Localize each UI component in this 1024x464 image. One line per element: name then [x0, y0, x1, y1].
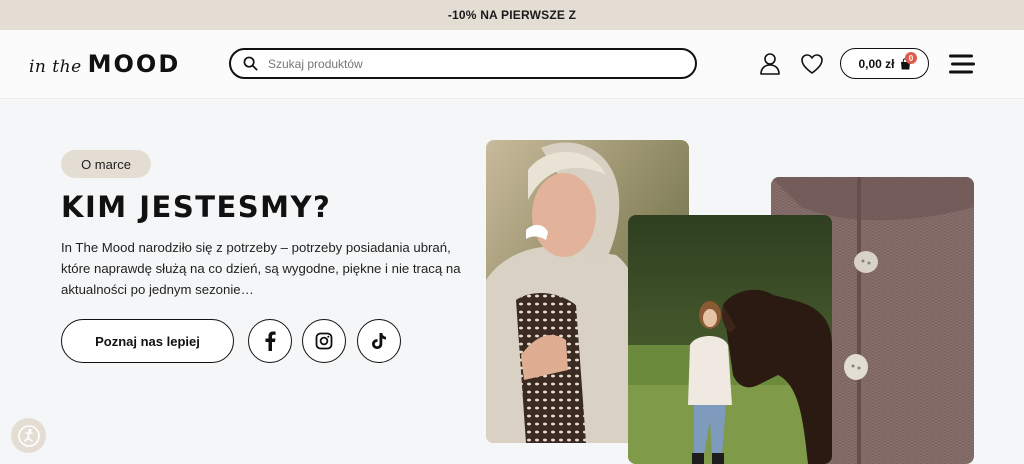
hero-photo-woman-with-horse: [628, 215, 832, 464]
user-icon[interactable]: [757, 51, 783, 77]
learn-more-button[interactable]: Poznaj nas lepiej: [61, 319, 234, 363]
search-bar[interactable]: [229, 48, 697, 79]
promo-bar: -10% NA PIERWSZE Z: [0, 0, 1024, 30]
site-header: in the MOOD 0,00 zł 0: [0, 30, 1024, 99]
cart-total: 0,00 zł: [858, 56, 895, 71]
about-brand-tag: O marce: [61, 150, 151, 178]
hero-section: O marce KIM JESTESMY? In The Mood narodz…: [0, 100, 1024, 464]
cart-count-badge: 0: [905, 52, 917, 64]
instagram-icon[interactable]: [302, 319, 346, 363]
tiktok-icon[interactable]: [357, 319, 401, 363]
hero-title: KIM JESTESMY?: [61, 190, 332, 224]
hero-description: In The Mood narodziło się z potrzeby – p…: [61, 240, 461, 297]
heart-icon[interactable]: [799, 51, 825, 77]
promo-text: -10% NA PIERWSZE Z: [447, 8, 577, 22]
search-input[interactable]: [268, 56, 668, 71]
hamburger-menu-icon[interactable]: [947, 52, 977, 76]
logo-main-text: MOOD: [87, 50, 181, 78]
logo[interactable]: in the MOOD: [29, 50, 180, 80]
accessibility-icon[interactable]: [11, 418, 46, 453]
facebook-icon[interactable]: [248, 319, 292, 363]
cart-button[interactable]: 0,00 zł 0: [840, 48, 929, 79]
search-icon: [243, 56, 258, 71]
logo-script-text: in the: [29, 57, 82, 77]
